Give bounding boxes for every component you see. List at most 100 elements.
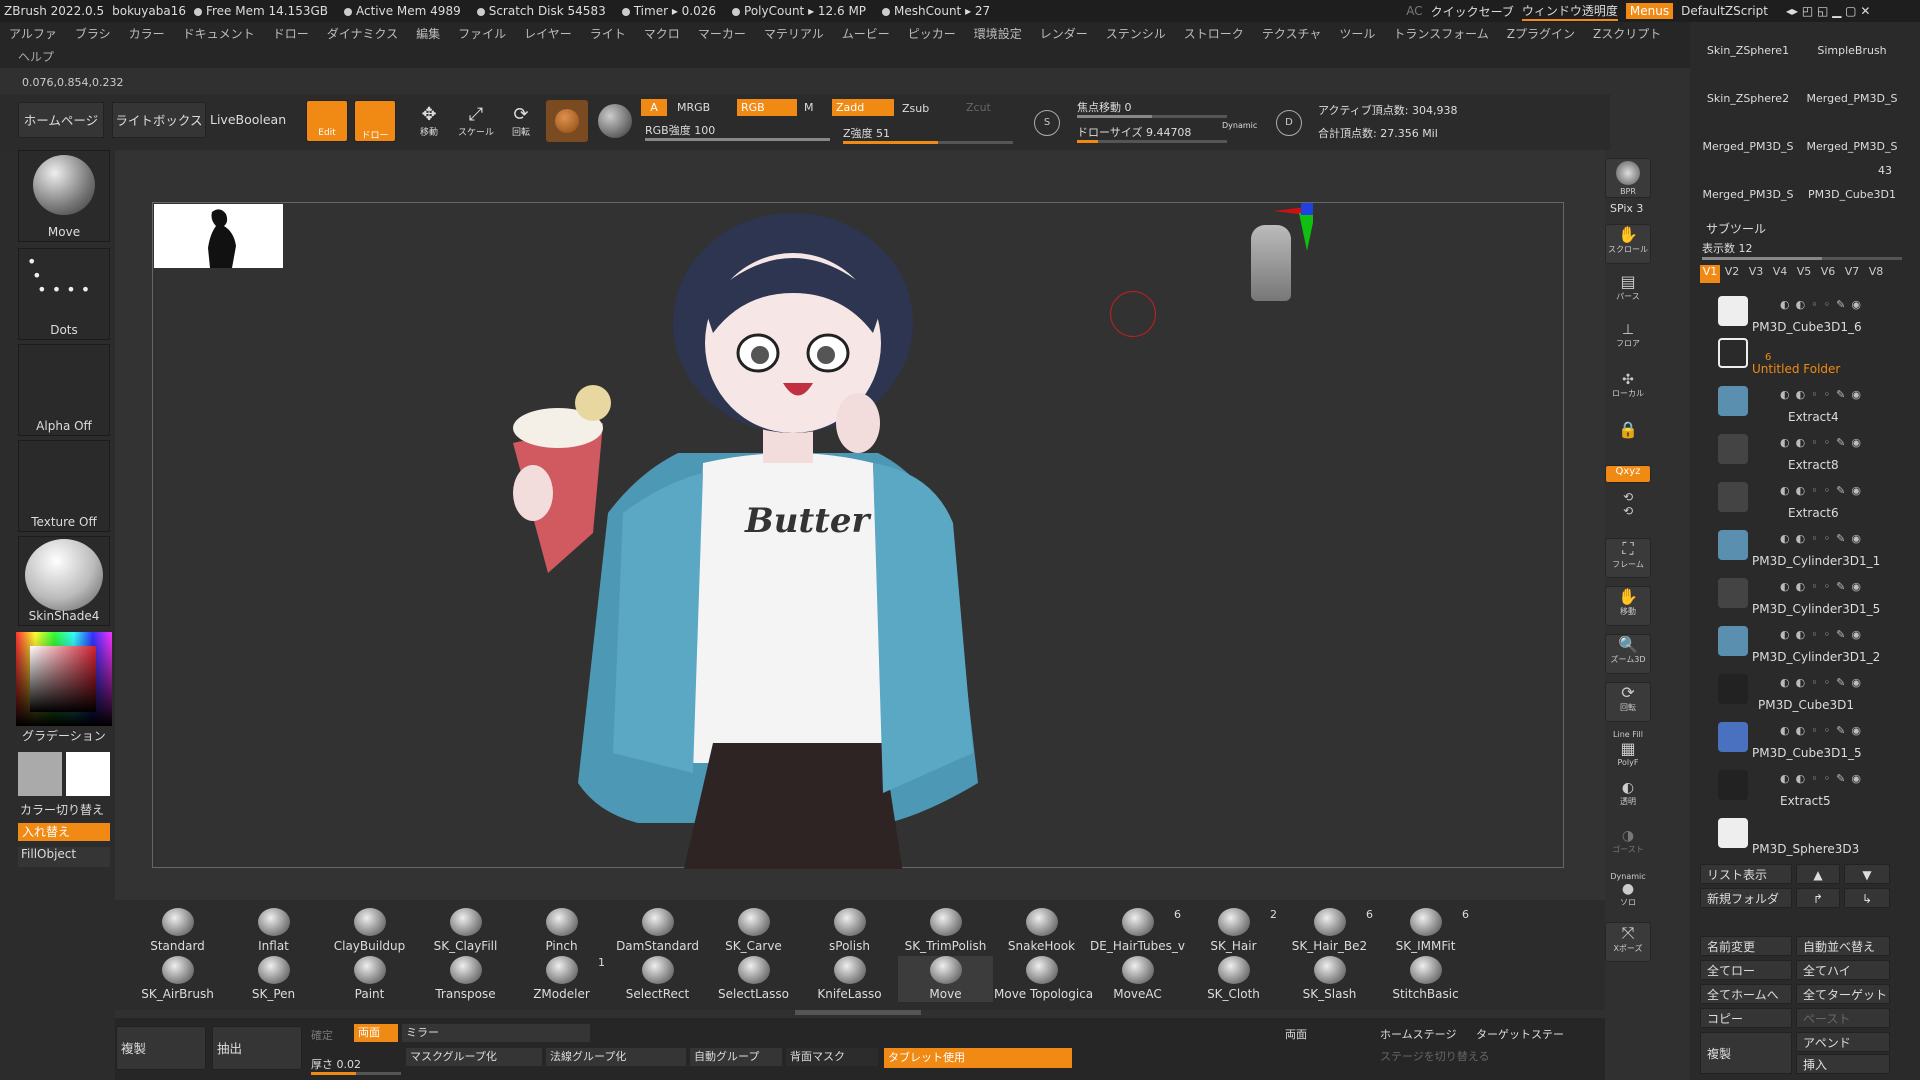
- subtool-item[interactable]: ◐◐◦◦✎◉ PM3D_Cylinder3D1_2: [1700, 620, 1900, 668]
- brush-button[interactable]: ClayBuildup: [322, 908, 417, 954]
- paste-button[interactable]: ペースト: [1796, 1008, 1890, 1028]
- window-transparency[interactable]: ウィンドウ透明度: [1521, 2, 1618, 21]
- local-button[interactable]: ✣ ローカル: [1605, 372, 1651, 412]
- m-button[interactable]: M: [804, 101, 814, 114]
- tab-v5[interactable]: V5: [1792, 265, 1816, 283]
- subtool-toggles-icon[interactable]: ◐◐◦◦✎◉: [1780, 676, 1867, 689]
- subtool-folder[interactable]: 6 Untitled Folder: [1700, 332, 1900, 380]
- duplicate-button[interactable]: 複製: [116, 1026, 206, 1070]
- frame-button[interactable]: ⛶ フレーム: [1605, 538, 1651, 578]
- menu-transform[interactable]: トランスフォーム: [1384, 25, 1497, 42]
- default-zscript[interactable]: DefaultZScript: [1681, 4, 1768, 18]
- all-target-button[interactable]: 全てターゲット: [1796, 984, 1890, 1004]
- brush-button[interactable]: Paint: [322, 956, 417, 1002]
- brush-button[interactable]: ZModeler 1: [514, 956, 609, 1002]
- material-tile[interactable]: SkinShade4: [18, 536, 110, 626]
- append-button[interactable]: アペンド: [1796, 1032, 1890, 1052]
- new-folder-button[interactable]: 新規フォルダ: [1700, 888, 1792, 908]
- window-controls-icon[interactable]: ◂▸ ◰ ◱ ▁ ▢ ✕: [1786, 4, 1870, 18]
- all-home-button[interactable]: 全てホームへ: [1700, 984, 1792, 1004]
- home-stage-button[interactable]: ホームステージ: [1380, 1026, 1456, 1042]
- target-stage-button[interactable]: ターゲットステー: [1476, 1026, 1596, 1042]
- extract-button[interactable]: 抽出: [212, 1026, 302, 1070]
- scale-mode-button[interactable]: ⤢ スケール: [458, 104, 494, 140]
- all-high-button[interactable]: 全てハイ: [1796, 960, 1890, 980]
- zsub-button[interactable]: Zsub: [902, 102, 929, 115]
- folder-in-icon[interactable]: ↱: [1796, 888, 1840, 908]
- rename-button[interactable]: 名前変更: [1700, 936, 1792, 956]
- brush-button[interactable]: SK_TrimPolish: [898, 908, 993, 954]
- subtool-item[interactable]: ◐◐◦◦✎◉ Extract4: [1700, 380, 1900, 428]
- bpr-button[interactable]: BPR: [1605, 158, 1651, 198]
- brush-button[interactable]: SelectLasso: [706, 956, 801, 1002]
- brush-button[interactable]: SK_Pen: [226, 956, 321, 1002]
- rotate-mode-button[interactable]: ⟳ 回転: [506, 104, 536, 140]
- tool-thumb-8[interactable]: PM3D_Cube3D1: [1802, 188, 1902, 201]
- alpha-tile[interactable]: Alpha Off: [18, 344, 110, 436]
- a-button[interactable]: A: [641, 99, 667, 116]
- menu-color[interactable]: カラー: [120, 25, 174, 42]
- lightbox-button[interactable]: ライトボックス: [112, 102, 206, 138]
- menu-marker[interactable]: マーカー: [689, 25, 755, 42]
- move-down-icon[interactable]: ▼: [1844, 864, 1890, 884]
- rgb-button[interactable]: RGB: [737, 99, 797, 116]
- stroke-tile[interactable]: • • • • • • Dots: [18, 248, 110, 340]
- subtool-item[interactable]: ◐◐◦◦✎◉ PM3D_Cube3D1: [1700, 668, 1900, 716]
- brush-button[interactable]: SK_ClayFill: [418, 908, 513, 954]
- menu-material[interactable]: マテリアル: [755, 25, 833, 42]
- tab-v3[interactable]: V3: [1744, 265, 1768, 283]
- subtool-toggles-icon[interactable]: ◐◐◦◦✎◉: [1780, 532, 1867, 545]
- menu-movie[interactable]: ムービー: [833, 25, 899, 42]
- tab-v4[interactable]: V4: [1768, 265, 1792, 283]
- accept-button[interactable]: 確定: [311, 1027, 333, 1043]
- autosort-button[interactable]: 自動並べ替え: [1796, 936, 1890, 956]
- menu-alpha[interactable]: アルファ: [0, 25, 66, 42]
- tab-v8[interactable]: V8: [1864, 265, 1888, 283]
- menu-preferences[interactable]: 環境設定: [965, 25, 1031, 42]
- brush-button[interactable]: SelectRect: [610, 956, 705, 1002]
- z-intensity-slider[interactable]: [843, 141, 1013, 144]
- tab-v6[interactable]: V6: [1816, 265, 1840, 283]
- brush-button[interactable]: SK_Slash: [1282, 956, 1377, 1002]
- dynamic-button[interactable]: Dynamic: [1222, 121, 1257, 130]
- menu-zscript[interactable]: Zスクリプト: [1584, 25, 1670, 42]
- draw-size-slider[interactable]: [1077, 140, 1227, 143]
- subtool-item[interactable]: ◐◐◦◦✎◉ PM3D_Cube3D1_6: [1700, 290, 1900, 338]
- menu-file[interactable]: ファイル: [449, 25, 515, 42]
- material-swatch-button[interactable]: [546, 100, 588, 142]
- visible-count-slider[interactable]: [1702, 257, 1902, 260]
- normal-group-button[interactable]: 法線グループ化: [546, 1048, 686, 1066]
- shelf-scroll-handle[interactable]: [795, 1010, 921, 1015]
- subtool-item[interactable]: PM3D_Sphere3D3: [1700, 812, 1900, 860]
- brush-tile[interactable]: Move: [18, 150, 110, 242]
- tool-thumb-1[interactable]: Skin_ZSphere1: [1694, 44, 1802, 57]
- canvas[interactable]: Butter: [152, 202, 1564, 869]
- move-up-icon[interactable]: ▲: [1796, 864, 1840, 884]
- gyro-sphere-icon[interactable]: [598, 104, 632, 138]
- brush-button[interactable]: SK_Hair 2: [1186, 908, 1281, 954]
- menu-render[interactable]: レンダー: [1031, 25, 1097, 42]
- brush-button[interactable]: DamStandard: [610, 908, 705, 954]
- linefill-button[interactable]: Line Fill ▦ PolyF: [1605, 730, 1651, 770]
- brush-button[interactable]: Move: [898, 956, 993, 1002]
- tab-v7[interactable]: V7: [1840, 265, 1864, 283]
- menu-zplugin[interactable]: Zプラグイン: [1498, 25, 1584, 42]
- spotlight-s-icon[interactable]: S: [1034, 110, 1060, 136]
- xpose-button[interactable]: ⤧ Xポーズ: [1605, 922, 1651, 962]
- menu-light[interactable]: ライト: [581, 25, 635, 42]
- menu-macro[interactable]: マクロ: [635, 25, 689, 42]
- quicksave-button[interactable]: クイックセーブ: [1431, 3, 1514, 20]
- mrgb-button[interactable]: MRGB: [677, 101, 710, 114]
- xyz-button[interactable]: Qxyz: [1605, 465, 1651, 483]
- tab-v1[interactable]: V1: [1700, 265, 1720, 283]
- menu-stroke[interactable]: ストローク: [1175, 25, 1253, 42]
- zoom3d-button[interactable]: 🔍 ズーム3D: [1605, 634, 1651, 674]
- brush-button[interactable]: SK_Carve: [706, 908, 801, 954]
- secondary-color-swatch[interactable]: [18, 752, 62, 796]
- menu-help[interactable]: ヘルプ: [18, 48, 54, 65]
- liveboolean-button[interactable]: LiveBoolean: [210, 102, 286, 138]
- subtool-item[interactable]: ◐◐◦◦✎◉ Extract5: [1700, 764, 1900, 812]
- menu-brush[interactable]: ブラシ: [66, 25, 120, 42]
- solo-button[interactable]: Dynamic ● ソロ: [1605, 872, 1651, 912]
- brush-button[interactable]: SK_Hair_Be2 6: [1282, 908, 1377, 954]
